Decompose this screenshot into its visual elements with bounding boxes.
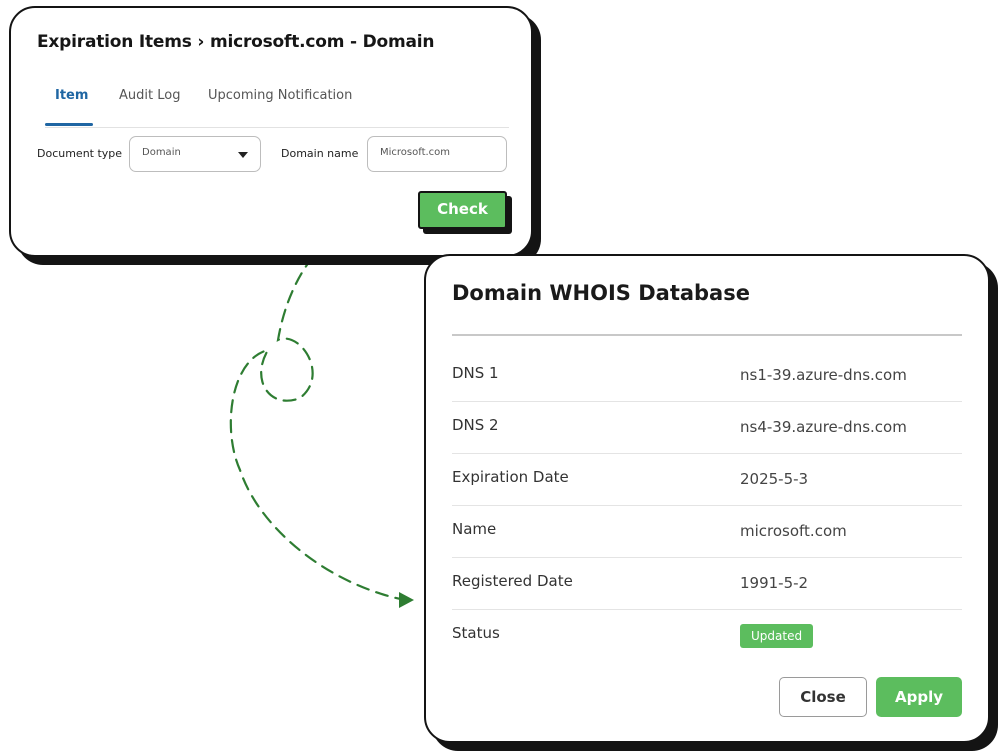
row-key: Name xyxy=(452,520,497,538)
tab-bar: Item Audit Log Upcoming Notification xyxy=(45,86,509,128)
page-title: Expiration Items › microsoft.com - Domai… xyxy=(37,32,435,52)
row-value: ns1-39.azure-dns.com xyxy=(740,366,907,384)
whois-row: Name microsoft.com xyxy=(452,506,962,558)
dialog-title: Domain WHOIS Database xyxy=(452,281,750,305)
status-badge: Updated xyxy=(740,624,814,648)
tab-upcoming-notification[interactable]: Upcoming Notification xyxy=(208,88,352,103)
document-type-select[interactable]: Domain xyxy=(129,136,261,172)
tab-item[interactable]: Item xyxy=(55,88,88,103)
domain-name-label: Domain name xyxy=(281,147,359,160)
row-key: DNS 1 xyxy=(452,364,499,382)
domain-name-value: Microsoft.com xyxy=(380,147,451,158)
chevron-down-icon xyxy=(238,152,248,158)
row-key: Status xyxy=(452,624,500,642)
row-value: 1991-5-2 xyxy=(740,574,809,592)
row-value: ns4-39.azure-dns.com xyxy=(740,418,907,436)
apply-button[interactable]: Apply xyxy=(876,677,962,717)
whois-row: Expiration Date 2025-5-3 xyxy=(452,454,962,506)
domain-name-input[interactable]: Microsoft.com xyxy=(367,136,507,172)
document-type-value: Domain xyxy=(142,147,181,158)
expiration-item-card: Expiration Items › microsoft.com - Domai… xyxy=(9,6,533,257)
whois-row: DNS 1 ns1-39.azure-dns.com xyxy=(452,350,962,402)
row-value: 2025-5-3 xyxy=(740,470,809,488)
title-divider xyxy=(452,334,962,336)
check-button[interactable]: Check xyxy=(418,191,507,229)
tab-audit-log[interactable]: Audit Log xyxy=(119,88,180,103)
document-type-label: Document type xyxy=(37,147,123,160)
active-tab-indicator xyxy=(45,123,93,126)
row-key: Expiration Date xyxy=(452,468,569,486)
close-button[interactable]: Close xyxy=(779,677,867,717)
whois-row: DNS 2 ns4-39.azure-dns.com xyxy=(452,402,962,454)
whois-dialog: Domain WHOIS Database DNS 1 ns1-39.azure… xyxy=(424,254,990,743)
whois-row: Registered Date 1991-5-2 xyxy=(452,558,962,610)
row-key: DNS 2 xyxy=(452,416,499,434)
row-key: Registered Date xyxy=(452,572,573,590)
whois-row: Status Updated xyxy=(452,610,962,662)
row-value: microsoft.com xyxy=(740,522,847,540)
